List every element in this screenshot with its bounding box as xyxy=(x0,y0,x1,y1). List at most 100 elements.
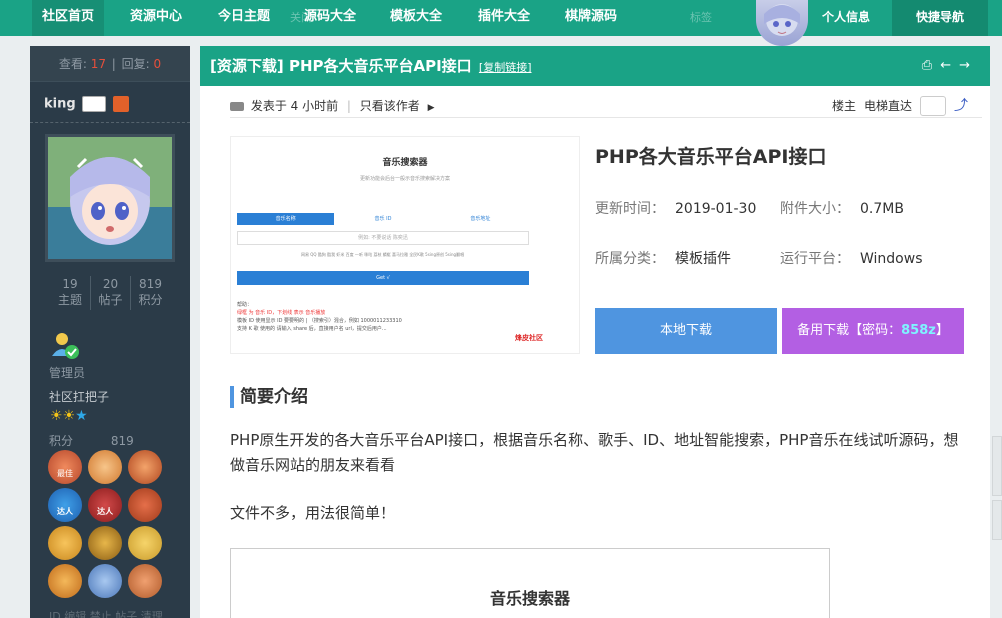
author-username-row: king xyxy=(44,96,129,112)
preview-image[interactable]: 音乐搜索器 更新功能会后台一般示音乐搜索解决方案 音乐名称 音乐 ID 音乐地址… xyxy=(230,136,580,354)
preview-subtitle: 更新功能会后台一般示音乐搜索解决方案 xyxy=(359,176,450,182)
floor-label: 楼主 xyxy=(831,99,856,113)
medal-label: 达人 xyxy=(97,507,114,516)
medal-icon[interactable] xyxy=(128,564,163,598)
author-only-link[interactable]: 只看该作者 xyxy=(360,99,420,113)
stat-points[interactable]: 819 积分 xyxy=(130,276,170,310)
medal-label: 最佳 xyxy=(57,469,73,478)
nav-item-templates[interactable]: 模板大全 xyxy=(380,0,452,36)
medal-icon[interactable] xyxy=(88,526,123,560)
size-value: 0.7MB xyxy=(860,201,904,217)
nav-item-resources[interactable]: 资源中心 xyxy=(120,0,192,36)
embedded-screenshot[interactable]: 音乐搜索器 xyxy=(230,548,830,618)
stat-value: 819 xyxy=(139,277,162,291)
role-label: 管理员 xyxy=(49,366,86,380)
nav-item-today[interactable]: 今日主题 xyxy=(208,0,280,36)
stat-posts[interactable]: 20 帖子 xyxy=(90,276,130,310)
points-value: 819 xyxy=(110,434,134,448)
preview-help: 帮助： 绿框 为 音乐 ID，下划线 表示 音乐播放 模板 ID 使用显示 ID… xyxy=(237,301,402,333)
shield-badge-icon xyxy=(112,96,129,112)
views-count: 17 xyxy=(90,57,106,71)
intro-paragraph-2: 文件不多，用法很简单！ xyxy=(230,504,396,522)
embedded-screenshot-title: 音乐搜索器 xyxy=(489,589,570,608)
nav-item-home[interactable]: 社区首页 xyxy=(32,0,105,36)
post-meta: 发表于 4 小时前 | 只看该作者 ▶ 楼主 电梯直达 ⤴ xyxy=(230,94,982,118)
stat-label: 积分 xyxy=(138,293,163,307)
preview-radios: 网易 QQ 酷狗 酷我 虾米 百度 一听 咪咕 荔枝 蜻蜓 喜马拉雅 全民K歌 … xyxy=(301,252,465,257)
nav-ghost-text: 标签 xyxy=(690,11,712,24)
nav-item-plugins[interactable]: 插件大全 xyxy=(468,0,540,36)
backup-download-button[interactable]: 备用下载【密码：858z】 xyxy=(782,308,964,354)
sun-icon: ☀ xyxy=(62,408,76,424)
print-icon[interactable]: ⎙ xyxy=(922,58,932,73)
backup-download-label: 备用下载【密码： xyxy=(797,323,902,338)
stat-value: 19 xyxy=(62,277,78,291)
info-row: 所属分类： 模板插件 运行平台： Windows xyxy=(595,247,975,297)
caret-right-icon: ▶ xyxy=(427,103,435,113)
update-value: 2019-01-30 xyxy=(675,201,757,217)
author-sidebar: 查看: 17 | 回复: 0 king 19 主题 20 帖子 819 积分 管… xyxy=(30,46,190,618)
medal-icon[interactable]: 最佳 xyxy=(48,450,82,484)
preview-title: 音乐搜索器 xyxy=(382,158,428,168)
rank-stars: ☀☀★ xyxy=(50,408,88,424)
backup-download-label-end: 】 xyxy=(935,323,949,338)
admin-user-icon xyxy=(50,330,80,360)
view-reply-stats: 查看: 17 | 回复: 0 xyxy=(30,46,190,82)
elevator-input[interactable] xyxy=(920,96,946,116)
prev-arrow-icon[interactable]: ← xyxy=(940,58,951,73)
elevator-label: 电梯直达 xyxy=(863,99,912,113)
copy-link-button[interactable]: [复制链接] xyxy=(479,61,532,74)
admin-actions[interactable]: ID 编辑 禁止 帖子 清理 xyxy=(49,608,163,618)
replies-count: 0 xyxy=(153,57,162,71)
medal-icon[interactable] xyxy=(128,450,163,484)
nav-item-source[interactable]: 源码大全 xyxy=(294,0,366,36)
post-time: 发表于 4 小时前 xyxy=(250,99,339,113)
preview-button: Get √ xyxy=(237,271,529,285)
preview-input: 例如: 不要说话 陈奕迅 xyxy=(237,231,529,245)
side-float-tab[interactable] xyxy=(992,436,1002,496)
points-label: 积分 xyxy=(49,434,74,448)
preview-watermark-logo: 烽皮社区 xyxy=(515,334,543,342)
profile-link[interactable]: 个人信息 xyxy=(808,0,884,36)
medal-icon[interactable] xyxy=(128,526,163,560)
category-value: 模板插件 xyxy=(675,251,731,267)
medal-icon[interactable]: 达人 xyxy=(88,488,123,522)
next-arrow-icon[interactable]: → xyxy=(959,58,970,73)
medal-icon[interactable] xyxy=(48,526,82,560)
nav-avatar[interactable] xyxy=(756,0,808,46)
stat-threads[interactable]: 19 主题 xyxy=(50,276,90,310)
stat-label: 帖子 xyxy=(98,293,123,307)
platform-label: 运行平台： xyxy=(780,251,850,267)
post-category-prefix[interactable]: [资源下载] xyxy=(210,57,284,75)
star-icon: ★ xyxy=(75,408,88,424)
views-label: 查看: xyxy=(58,57,87,71)
medal-icon[interactable] xyxy=(88,564,123,598)
preview-tab: 音乐 ID xyxy=(374,216,392,222)
floor-controls: 楼主 电梯直达 ⤴ xyxy=(832,94,968,118)
rank-label[interactable]: 社区扛把子 xyxy=(49,388,109,405)
medal-icon[interactable] xyxy=(88,450,123,484)
size-label: 附件大小： xyxy=(780,201,850,217)
intro-heading: 简要介绍 xyxy=(230,386,308,408)
preview-help-title: 帮助： xyxy=(237,302,253,308)
id-card-icon xyxy=(82,96,107,112)
side-float-tab[interactable] xyxy=(992,500,1002,540)
post-title-bar: [资源下载] PHP各大音乐平台API接口 [复制链接] ⎙ ← → xyxy=(200,46,990,86)
author-avatar[interactable] xyxy=(45,134,175,262)
medal-icon[interactable] xyxy=(128,488,163,522)
replies-label: 回复: xyxy=(121,57,150,71)
stat-value: 20 xyxy=(102,277,119,291)
author-username[interactable]: king xyxy=(44,97,76,112)
preview-tab: 音乐地址 xyxy=(470,216,491,222)
post-title: [资源下载] PHP各大音乐平台API接口 [复制链接] xyxy=(210,46,532,88)
jump-icon[interactable]: ⤴ xyxy=(954,94,968,118)
post-title-text: PHP各大音乐平台API接口 xyxy=(288,57,472,75)
quick-nav-button[interactable]: 快捷导航 xyxy=(892,0,988,36)
medal-list: 最佳 达人 达人 xyxy=(48,450,168,602)
backup-password: 858z xyxy=(901,323,936,338)
nav-item-chess[interactable]: 棋牌源码 xyxy=(555,0,627,36)
medal-icon[interactable]: 达人 xyxy=(48,488,82,522)
local-download-button[interactable]: 本地下载 xyxy=(595,308,777,354)
preview-help-line: 绿框 为 音乐 ID，下划线 表示 音乐播放 xyxy=(237,310,326,316)
medal-icon[interactable] xyxy=(48,564,82,598)
